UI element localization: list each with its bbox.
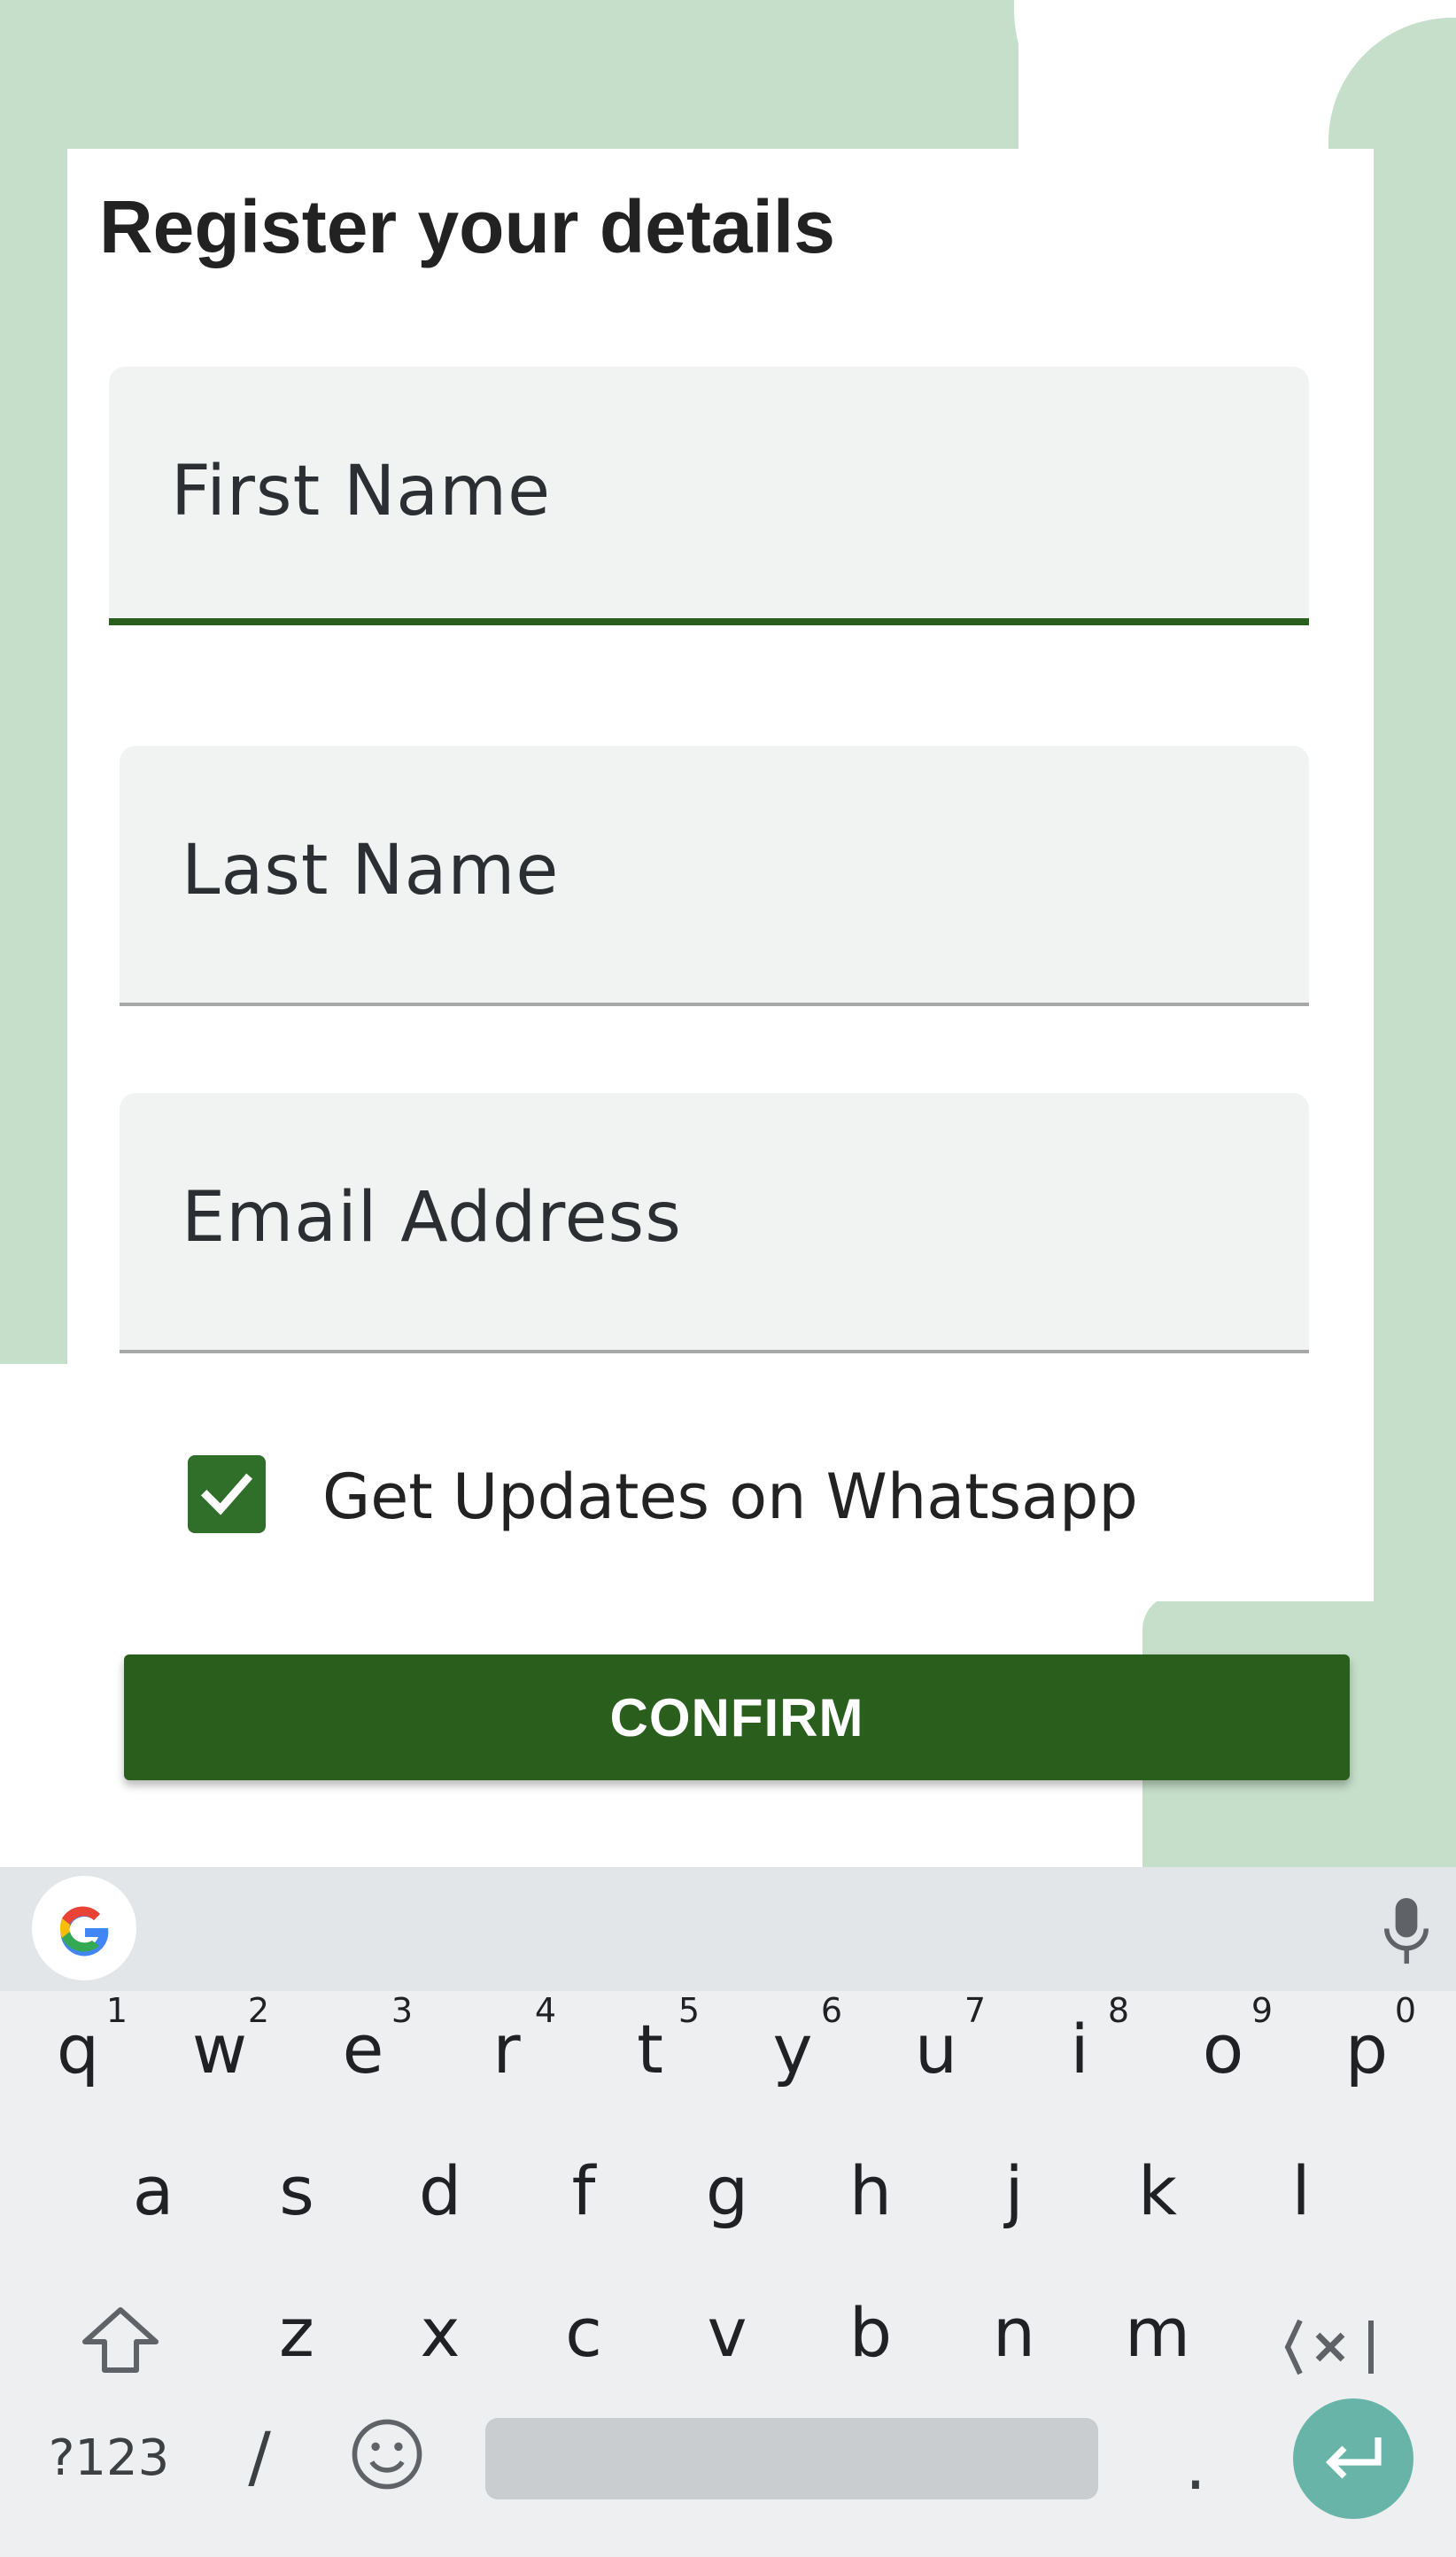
key-hint: 7 bbox=[964, 1991, 986, 2030]
key-hint: 1 bbox=[105, 1991, 128, 2030]
key-hint: 4 bbox=[534, 1991, 556, 2030]
key-letter: q bbox=[56, 2010, 100, 2088]
backspace-icon[interactable] bbox=[1282, 2313, 1389, 2381]
key-letter: r bbox=[492, 2010, 521, 2088]
key-z[interactable]: z bbox=[252, 2289, 341, 2377]
key-s[interactable]: s bbox=[252, 2147, 341, 2235]
key-letter: t bbox=[637, 2010, 663, 2088]
key-letter: p bbox=[1344, 2010, 1389, 2088]
confirm-button[interactable]: CONFIRM bbox=[124, 1654, 1350, 1780]
keyboard-toolbar bbox=[0, 1867, 1456, 1991]
key-letter: i bbox=[1070, 2010, 1089, 2088]
key-c[interactable]: c bbox=[539, 2289, 628, 2377]
slash-key[interactable]: / bbox=[215, 2413, 304, 2501]
key-1[interactable]: w2 bbox=[175, 1993, 269, 2094]
key-d[interactable]: d bbox=[396, 2147, 484, 2235]
key-hint: 0 bbox=[1394, 1991, 1416, 2030]
email-input[interactable] bbox=[120, 1093, 1313, 1352]
key-b[interactable]: b bbox=[826, 2289, 915, 2377]
space-key[interactable] bbox=[485, 2418, 1098, 2499]
key-letter: w bbox=[191, 2010, 248, 2088]
key-3[interactable]: r4 bbox=[462, 1993, 556, 2094]
key-0[interactable]: q1 bbox=[34, 1993, 128, 2094]
key-h[interactable]: h bbox=[826, 2147, 915, 2235]
key-2[interactable]: e3 bbox=[319, 1993, 413, 2094]
key-hint: 2 bbox=[247, 1991, 269, 2030]
key-m[interactable]: m bbox=[1113, 2289, 1202, 2377]
key-a[interactable]: a bbox=[109, 2147, 197, 2235]
last-name-input[interactable] bbox=[120, 746, 1313, 1004]
key-g[interactable]: g bbox=[683, 2147, 771, 2235]
key-4[interactable]: t5 bbox=[606, 1993, 700, 2094]
checkmark-icon bbox=[200, 1473, 253, 1515]
key-hint: 8 bbox=[1107, 1991, 1129, 2030]
whatsapp-label: Get Updates on Whatsapp bbox=[322, 1461, 1138, 1533]
first-name-field[interactable]: First Name bbox=[109, 367, 1313, 625]
key-j[interactable]: j bbox=[970, 2147, 1058, 2235]
background-cutout bbox=[1014, 0, 1333, 151]
page-title: Register your details bbox=[99, 185, 835, 268]
key-n[interactable]: n bbox=[970, 2289, 1058, 2377]
key-letter: u bbox=[914, 2010, 958, 2088]
key-7[interactable]: i8 bbox=[1035, 1993, 1129, 2094]
key-l[interactable]: l bbox=[1257, 2147, 1345, 2235]
key-hint: 9 bbox=[1251, 1991, 1273, 2030]
google-icon[interactable] bbox=[32, 1876, 136, 1980]
key-k[interactable]: k bbox=[1113, 2147, 1202, 2235]
key-letter: o bbox=[1202, 2010, 1244, 2088]
key-f[interactable]: f bbox=[539, 2147, 628, 2235]
whatsapp-checkbox[interactable] bbox=[188, 1455, 266, 1533]
enter-key[interactable] bbox=[1293, 2398, 1413, 2519]
key-8[interactable]: o9 bbox=[1179, 1993, 1273, 2094]
key-letter: y bbox=[772, 2010, 813, 2088]
shift-icon[interactable] bbox=[78, 2303, 163, 2377]
first-name-input[interactable] bbox=[109, 367, 1313, 620]
key-v[interactable]: v bbox=[683, 2289, 771, 2377]
key-6[interactable]: u7 bbox=[892, 1993, 986, 2094]
mic-icon[interactable] bbox=[1380, 1894, 1433, 1968]
key-9[interactable]: p0 bbox=[1322, 1993, 1416, 2094]
symbols-key[interactable]: ?123 bbox=[43, 2414, 175, 2503]
last-name-field[interactable]: Last Name bbox=[120, 746, 1313, 1006]
emoji-icon[interactable] bbox=[349, 2416, 425, 2492]
enter-icon bbox=[1325, 2437, 1382, 2479]
key-hint: 3 bbox=[391, 1991, 413, 2030]
key-hint: 6 bbox=[820, 1991, 842, 2030]
email-field[interactable]: Email Address bbox=[120, 1093, 1313, 1353]
period-key[interactable]: . bbox=[1151, 2421, 1240, 2510]
key-letter: e bbox=[342, 2010, 384, 2088]
key-x[interactable]: x bbox=[396, 2289, 484, 2377]
key-hint: 5 bbox=[678, 1991, 700, 2030]
key-5[interactable]: y6 bbox=[748, 1993, 843, 2094]
